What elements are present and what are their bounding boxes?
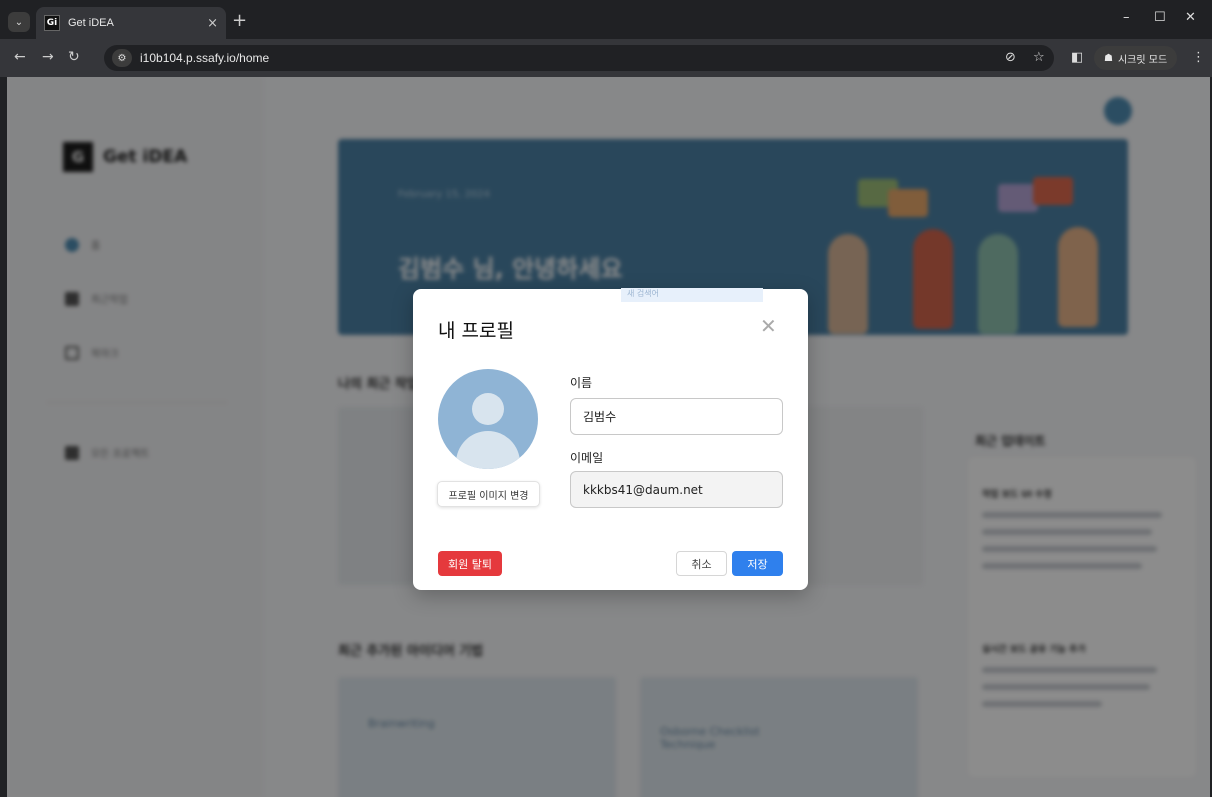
new-tab-icon[interactable]: + [232,10,247,31]
page-viewport: G Get iDEA 홈 최근작업 북마크 모든 프로젝트 February 1… [7,77,1210,797]
modal-title: 내 프로필 [438,320,514,342]
incognito-label: 시크릿 모드 [1117,54,1168,66]
incognito-badge[interactable]: ☗ 시크릿 모드 [1094,46,1178,70]
change-profile-image-button[interactable]: 프로필 이미지 변경 [437,481,540,507]
search-hint: 새 검색어 [621,288,763,302]
browser-tab[interactable]: Gi Get iDEA × [36,7,226,39]
url-text[interactable]: i10b104.p.ssafy.io/home [140,51,269,65]
forward-icon[interactable]: → [42,49,54,65]
browser-tab-strip: ⌄ Gi Get iDEA × + – ☐ ✕ [0,0,1212,39]
avatar-body [456,431,520,469]
side-panel-icon[interactable]: ◧ [1071,50,1083,65]
cancel-button[interactable]: 취소 [676,551,727,576]
reload-icon[interactable]: ↻ [68,49,80,65]
name-field[interactable]: 김범수 [570,398,783,435]
eye-off-icon[interactable]: ⊘ [1005,50,1016,65]
withdraw-button[interactable]: 회원 탈퇴 [438,551,502,576]
incognito-icon: ☗ [1104,52,1113,64]
site-favicon: Gi [44,15,60,31]
bookmark-star-icon[interactable]: ☆ [1033,50,1045,65]
avatar-head [472,393,504,425]
minimize-icon[interactable]: – [1123,10,1130,25]
close-window-icon[interactable]: ✕ [1185,10,1196,25]
profile-modal: 새 검색어 내 프로필 ✕ 프로필 이미지 변경 이름 김범수 이메일 kkkb… [413,288,808,590]
name-label: 이름 [570,376,593,390]
close-icon[interactable]: ✕ [760,314,777,338]
profile-avatar [438,369,538,469]
site-info-icon[interactable]: ⚙ [112,49,132,67]
maximize-icon[interactable]: ☐ [1154,10,1166,25]
tab-close-icon[interactable]: × [207,16,218,31]
email-field[interactable]: kkkbs41@daum.net [570,471,783,508]
tab-title: Get iDEA [68,17,114,29]
tab-search-icon[interactable]: ⌄ [8,12,30,32]
email-label: 이메일 [570,451,604,465]
save-button[interactable]: 저장 [732,551,783,576]
back-icon[interactable]: ← [14,49,26,65]
browser-menu-icon[interactable]: ⋮ [1192,50,1205,65]
